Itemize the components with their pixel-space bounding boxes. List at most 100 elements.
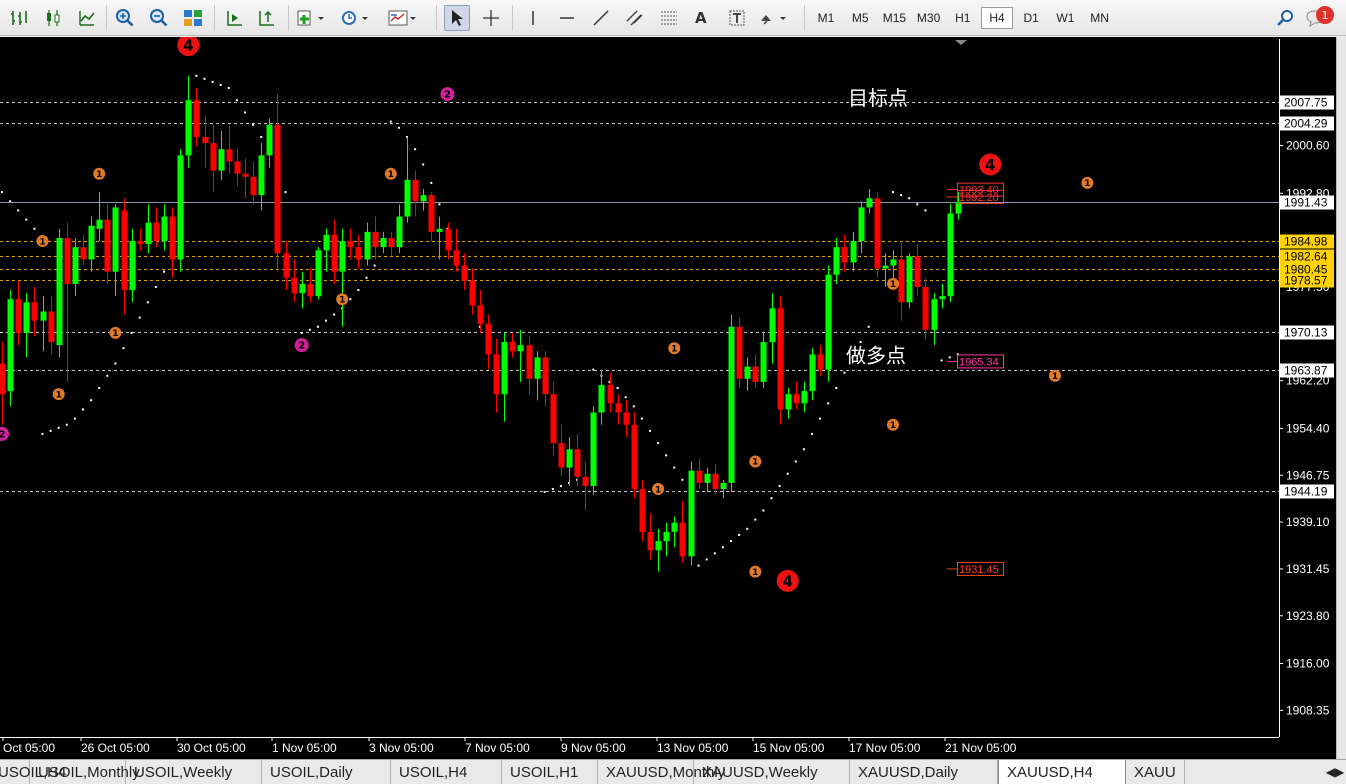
timeframe-m5-button[interactable]: M5: [844, 7, 876, 29]
psar-dot: [82, 408, 84, 411]
current-price-label: 1991.43: [1284, 196, 1328, 210]
bear-candle: [558, 443, 565, 468]
bear-candle: [15, 299, 22, 333]
wave-marker-label: 1: [752, 568, 758, 578]
cursor-arrow-icon[interactable]: [444, 5, 470, 31]
chart-tab[interactable]: XAUU: [1126, 760, 1185, 784]
psar-dot: [122, 347, 125, 350]
notification-badge[interactable]: 1: [1316, 6, 1334, 24]
psar-dot: [924, 209, 927, 212]
chart-tab[interactable]: USOIL,H4: [391, 760, 502, 784]
psar-dot: [948, 356, 951, 359]
timeframe-mn-button[interactable]: MN: [1084, 7, 1116, 29]
periods-clock-icon[interactable]: [338, 5, 372, 31]
psar-dot: [357, 289, 360, 292]
psar-dot: [649, 429, 651, 432]
psar-dot: [235, 99, 238, 102]
price-tick-label: 1946.75: [1286, 468, 1330, 482]
psar-dot: [17, 209, 20, 212]
trendline-icon[interactable]: [588, 5, 614, 31]
psar-dot: [41, 432, 44, 435]
tab-scroll-arrows-icon[interactable]: ◀▶: [1324, 762, 1346, 782]
bear-candle: [914, 256, 921, 287]
bear-candle: [736, 326, 743, 379]
bear-candle: [817, 354, 824, 370]
candlestick-icon[interactable]: [40, 5, 66, 31]
chart-tab[interactable]: USOIL,Weekly: [126, 760, 262, 784]
bull-candle: [323, 234, 330, 251]
timeframe-w1-button[interactable]: W1: [1049, 7, 1081, 29]
bull-candle: [947, 213, 954, 297]
bull-candle: [420, 195, 427, 202]
chart-tab[interactable]: USOIL,H1: [502, 760, 598, 784]
timeframe-d1-button[interactable]: D1: [1015, 7, 1047, 29]
autoscroll-icon[interactable]: [254, 5, 280, 31]
text-tool-button[interactable]: A: [695, 5, 707, 31]
chart-shift-icon[interactable]: [222, 5, 248, 31]
bull-candle: [720, 482, 727, 490]
bar-chart-icon[interactable]: [6, 5, 32, 31]
wave-marker-label: 1: [1084, 179, 1090, 189]
bull-candle: [663, 531, 670, 542]
price-tick-label: 1923.80: [1286, 609, 1330, 623]
timeframe-m15-button[interactable]: M15: [878, 7, 910, 29]
search-icon[interactable]: [1272, 5, 1298, 31]
vertical-scrollbar[interactable]: [1336, 37, 1346, 759]
zoom-out-icon[interactable]: [146, 5, 172, 31]
text-label-icon[interactable]: [724, 5, 750, 31]
bull-candle: [501, 342, 508, 395]
chart-tab[interactable]: XAUUSD,H4: [998, 760, 1126, 784]
price-tick-label: 1939.10: [1286, 515, 1330, 529]
bear-candle: [347, 241, 354, 248]
tile-windows-icon[interactable]: [180, 5, 206, 31]
templates-icon[interactable]: [386, 5, 420, 31]
bull-candle: [315, 250, 322, 297]
wave-marker-label: 1: [96, 170, 102, 180]
chart-area[interactable]: 2000.601992.801985.001977.501970.131962.…: [0, 34, 1336, 759]
psar-dot: [33, 227, 36, 230]
chart-tab[interactable]: USOIL,Daily: [262, 760, 391, 784]
price-chart[interactable]: 2000.601992.801985.001977.501970.131962.…: [0, 34, 1336, 759]
chart-tab[interactable]: XAUUSD,Daily: [850, 760, 998, 784]
psar-dot: [778, 484, 781, 487]
bull-candle: [866, 198, 873, 208]
psar-dot: [25, 218, 28, 221]
bull-candle: [655, 541, 662, 551]
bear-candle: [461, 265, 468, 281]
horizontal-line-icon[interactable]: [554, 5, 580, 31]
psar-dot: [163, 270, 165, 273]
wave-marker-label: 1: [388, 170, 394, 180]
psar-dot: [219, 83, 222, 86]
level-price-label: 2007.75: [1284, 96, 1328, 110]
chart-tab[interactable]: XAUUSD,Weekly: [694, 760, 850, 784]
bear-candle: [274, 124, 281, 254]
bear-candle: [582, 476, 589, 486]
bear-candle: [647, 531, 654, 551]
psar-dot: [730, 540, 732, 543]
bear-candle: [793, 394, 800, 404]
timeframe-h4-button[interactable]: H4: [981, 7, 1013, 29]
bear-candle: [679, 522, 686, 557]
timeframe-m30-button[interactable]: M30: [913, 7, 945, 29]
line-chart-icon[interactable]: [74, 5, 100, 31]
bear-candle: [615, 403, 622, 413]
channel-icon[interactable]: [622, 5, 648, 31]
timeframe-m1-button[interactable]: M1: [810, 7, 842, 29]
zoom-in-icon[interactable]: [112, 5, 138, 31]
crosshair-icon[interactable]: [478, 5, 504, 31]
vertical-line-icon[interactable]: [520, 5, 546, 31]
bear-candle: [64, 237, 71, 284]
fibonacci-icon[interactable]: [656, 5, 682, 31]
timeframe-h1-button[interactable]: H1: [947, 7, 979, 29]
bull-candle: [704, 473, 711, 483]
arrows-icon[interactable]: [756, 5, 790, 31]
chart-tab[interactable]: USOIL,Monthly: [30, 760, 140, 784]
chart-tab[interactable]: USOIL,H4: [0, 760, 66, 784]
psar-dot: [657, 442, 660, 445]
level-price-label: 1944.19: [1284, 485, 1328, 499]
bull-candle: [7, 299, 14, 392]
bear-candle: [922, 286, 929, 330]
chart-tab[interactable]: XAUUSD,Monthly: [598, 760, 725, 784]
long-entry-annotation: 做多点: [846, 343, 906, 367]
indicators-icon[interactable]: [294, 5, 328, 31]
